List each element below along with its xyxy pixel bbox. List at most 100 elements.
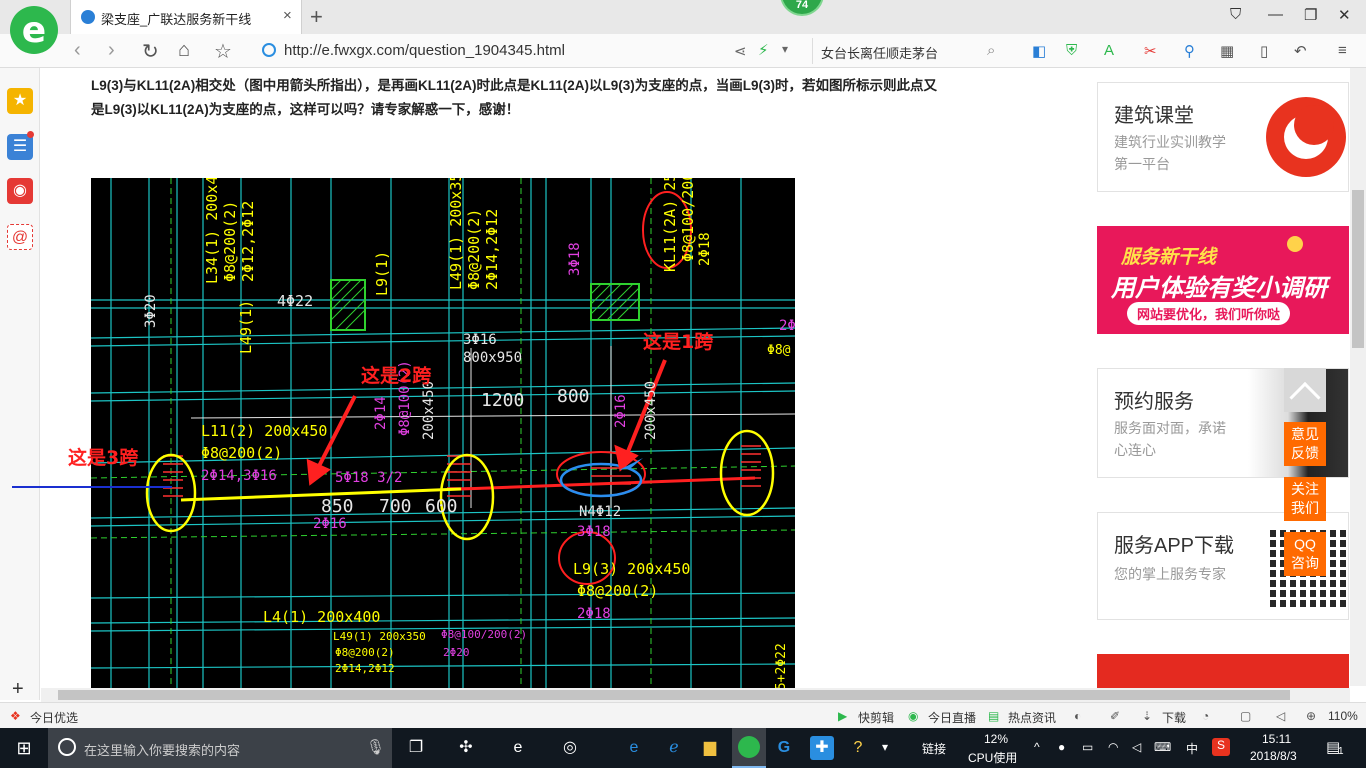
url-bar[interactable]: http://e.fwxgx.com/question_1904345.html… <box>256 38 806 64</box>
cad-label-2-phi: 2Φ <box>779 318 795 334</box>
shield-icon[interactable]: ⛨ <box>1066 42 1077 59</box>
url-text[interactable]: http://e.fwxgx.com/question_1904345.html <box>284 42 565 59</box>
taskbar-search-box[interactable]: 在这里输入你要搜索的内容 🎙 <box>48 728 392 768</box>
close-window-button[interactable]: ✕ <box>1338 6 1351 24</box>
lightning-icon[interactable]: ⚡ <box>758 41 769 59</box>
translate-icon[interactable]: A <box>1104 42 1114 59</box>
ime-lang[interactable]: 中 <box>1186 740 1198 757</box>
cad-label-600: 600 <box>425 496 458 517</box>
tray-link-label[interactable]: 链接 <box>922 740 946 757</box>
cad-label-700: 700 <box>379 496 412 517</box>
speed-icon[interactable]: ◐ <box>1074 709 1081 723</box>
fan-app-icon[interactable]: ✣ <box>454 736 478 760</box>
qq-consult-button[interactable]: QQ咨询 <box>1284 532 1326 576</box>
home-button[interactable]: ⌂ <box>178 39 190 62</box>
keyboard-icon[interactable]: ⌨ <box>1154 740 1171 754</box>
survey-banner[interactable]: 服务新干线 用户体验有奖小调研 网站要优化，我们听你哒 <box>1097 226 1349 334</box>
clean-icon[interactable]: ◔ <box>1202 709 1209 723</box>
browser-tab[interactable]: 梁支座_广联达服务新干线 × <box>70 0 302 34</box>
volume-icon[interactable]: ◁ <box>1276 709 1285 723</box>
cad-label-L34: L34(1) 200x400 <box>203 178 221 284</box>
taskbar-search-input[interactable]: 在这里输入你要搜索的内容 <box>84 740 240 759</box>
minimize-button[interactable]: — <box>1268 6 1283 23</box>
chevron-down-icon[interactable]: ▾ <box>782 42 788 56</box>
window-icon[interactable]: ▢ <box>1240 709 1251 723</box>
g-app-icon[interactable]: G <box>772 736 796 760</box>
favorite-star-button[interactable]: ☆ <box>214 39 232 64</box>
live-icon: ◉ <box>908 709 919 723</box>
download-link[interactable]: 下载 <box>1162 709 1186 726</box>
search-input[interactable]: 女台长离任顺走茅台 <box>821 43 938 62</box>
cad-label-KL11-c: 2Φ18 <box>697 232 713 266</box>
clock-date[interactable]: 2018/8/3 <box>1250 749 1297 763</box>
cad-label-3-18-top: 3Φ18 <box>567 242 583 276</box>
magnifier-icon[interactable]: ⚲ <box>1184 42 1195 60</box>
cad-label-KL11: KL11(2A) 250 <box>661 178 679 272</box>
ie-icon[interactable]: ℯ <box>662 736 686 760</box>
card-sub-app: 您的掌上服务专家 <box>1114 566 1226 582</box>
sogou-icon[interactable]: S <box>1212 738 1230 756</box>
browser-logo-icon[interactable]: e <box>10 6 58 54</box>
menu-icon[interactable]: ≡ <box>1338 42 1347 59</box>
scissors-icon[interactable]: ✂ <box>1144 42 1157 60</box>
back-to-top-button[interactable] <box>1284 368 1326 414</box>
kuaijian-link[interactable]: 快剪辑 <box>858 709 894 726</box>
today-picks-link[interactable]: 今日优选 <box>30 709 78 726</box>
microphone-icon[interactable]: 🎙 <box>366 738 385 756</box>
cad-label-3-16: 3Φ16 <box>463 332 497 348</box>
help-app-icon[interactable]: ? <box>846 736 870 760</box>
extension-p-icon[interactable]: ◧ <box>1032 42 1046 60</box>
wifi-icon[interactable]: ◠ <box>1108 740 1118 754</box>
browser-task-active[interactable] <box>732 728 766 768</box>
vertical-scrollbar[interactable] <box>1350 68 1366 686</box>
tray-notify-icon[interactable]: ● <box>1058 740 1065 754</box>
weibo-icon[interactable]: ◉ <box>7 178 33 204</box>
card-sub-yuyue: 服务面对面，承诺心连心 <box>1114 420 1226 458</box>
tray-expand-icon[interactable]: ^ <box>1034 740 1040 754</box>
main-content: L9(3)与KL11(2A)相交处（图中用箭头所指出），是再画KL11(2A)时… <box>41 68 1065 688</box>
follow-us-button[interactable]: 关注我们 <box>1284 477 1326 521</box>
horizontal-scroll-thumb[interactable] <box>58 690 1290 700</box>
email-icon[interactable]: @ <box>7 224 33 250</box>
clock-time[interactable]: 15:11 <box>1262 732 1291 746</box>
windows-start-icon[interactable]: ⊞ <box>12 736 36 760</box>
card-jianzhu-ketang[interactable]: 建筑课堂 建筑行业实训教学第一平台 <box>1097 82 1349 192</box>
apps-grid-icon[interactable]: ▦ <box>1220 42 1234 60</box>
search-box[interactable]: 女台长离任顺走茅台 ⌕ <box>812 38 1008 64</box>
file-explorer-icon[interactable]: ▆ <box>698 736 722 760</box>
edge-icon[interactable]: e <box>622 736 646 760</box>
undo-icon[interactable]: ↶ <box>1294 42 1307 60</box>
new-tab-button[interactable]: + <box>310 4 323 30</box>
reload-button[interactable]: ↻ <box>142 39 159 64</box>
cad-label-L49b: L49(1) 200x350 <box>333 630 426 643</box>
search-icon[interactable]: ⌕ <box>987 42 995 59</box>
zoom-level[interactable]: 110% <box>1328 709 1358 723</box>
zoom-icon[interactable]: ⊕ <box>1306 709 1316 723</box>
feedback-button[interactable]: 意见反馈 <box>1284 422 1326 466</box>
share-icon[interactable]: ⋖ <box>734 42 747 60</box>
card-title-jianzhu: 建筑课堂 <box>1114 105 1194 127</box>
tab-close-button[interactable]: × <box>283 7 292 24</box>
shirt-skin-icon[interactable]: ⛉ <box>1230 6 1241 23</box>
battery-icon[interactable]: ▭ <box>1082 740 1093 754</box>
ie-browser-icon[interactable]: e <box>506 736 530 760</box>
forward-button[interactable]: › <box>108 39 115 62</box>
live-link[interactable]: 今日直播 <box>928 709 976 726</box>
bell-app-icon[interactable]: ◎ <box>558 736 582 760</box>
cad-label-800: 800 <box>557 386 590 407</box>
cad-label-L49b-c: 2Φ14,2Φ12 <box>335 662 395 675</box>
cross-app-icon[interactable]: ✚ <box>810 736 834 760</box>
cad-label-3-20: 3Φ20 <box>143 294 159 328</box>
taskbar-chevron-icon[interactable]: ▾ <box>882 740 888 754</box>
back-button[interactable]: ‹ <box>74 39 81 62</box>
favorites-star-icon[interactable]: ★ <box>7 88 33 114</box>
pin-icon[interactable]: ✐ <box>1110 709 1120 723</box>
news-link[interactable]: 热点资讯 <box>1008 709 1056 726</box>
add-sidebar-icon[interactable]: + <box>12 678 24 701</box>
bottom-banner[interactable] <box>1097 654 1349 688</box>
phone-icon[interactable]: ▯ <box>1260 42 1268 60</box>
maximize-button[interactable]: ❐ <box>1304 6 1317 24</box>
task-view-icon[interactable]: ❐ <box>404 736 428 760</box>
vertical-scroll-thumb[interactable] <box>1352 190 1364 348</box>
volume-tray-icon[interactable]: ◁ <box>1132 740 1141 754</box>
